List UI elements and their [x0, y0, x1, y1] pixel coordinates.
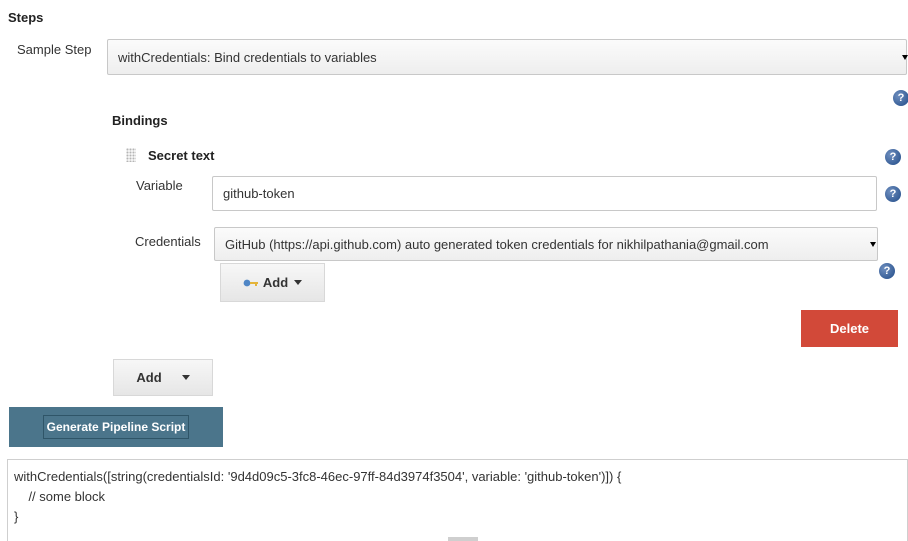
- variable-input[interactable]: github-token: [212, 176, 877, 211]
- help-icon[interactable]: ?: [893, 90, 908, 106]
- key-icon: [243, 279, 258, 286]
- chevron-down-icon: [294, 280, 303, 285]
- delete-label: Delete: [829, 321, 870, 336]
- script-line-2: // some block: [14, 489, 106, 504]
- credentials-selected: GitHub (https://api.github.com) auto gen…: [225, 236, 769, 252]
- dropdown-caret-icon: [902, 55, 908, 60]
- sample-step-label: Sample Step: [17, 42, 92, 57]
- chevron-down-icon: [181, 375, 190, 380]
- sample-step-selected: withCredentials: Bind credentials to var…: [118, 49, 377, 65]
- drag-handle-icon[interactable]: [126, 148, 136, 162]
- variable-label: Variable: [136, 178, 183, 193]
- pipeline-script-output[interactable]: withCredentials([string(credentialsId: '…: [7, 459, 908, 541]
- credentials-label: Credentials: [135, 234, 201, 249]
- help-icon[interactable]: ?: [879, 263, 895, 279]
- generate-label: Generate Pipeline Script: [42, 415, 190, 439]
- script-line-3: }: [14, 509, 19, 524]
- bindings-title: Bindings: [112, 113, 168, 128]
- credentials-select[interactable]: GitHub (https://api.github.com) auto gen…: [214, 227, 878, 261]
- steps-title: Steps: [8, 10, 44, 25]
- script-line-1: withCredentials([string(credentialsId: '…: [14, 469, 622, 484]
- add-credential-label: Add: [262, 275, 289, 290]
- sample-step-select[interactable]: withCredentials: Bind credentials to var…: [107, 39, 908, 75]
- binding-type-title: Secret text: [148, 148, 215, 163]
- add-binding-button[interactable]: Add: [113, 359, 213, 396]
- generate-pipeline-script-button[interactable]: Generate Pipeline Script: [9, 407, 223, 447]
- delete-button[interactable]: Delete: [801, 310, 898, 347]
- dropdown-caret-icon: [870, 242, 876, 247]
- add-binding-label: Add: [136, 370, 162, 385]
- variable-value: github-token: [223, 186, 295, 201]
- add-credential-button[interactable]: Add: [220, 263, 325, 302]
- help-icon[interactable]: ?: [885, 149, 901, 165]
- resize-handle[interactable]: [448, 537, 478, 541]
- help-icon[interactable]: ?: [885, 186, 901, 202]
